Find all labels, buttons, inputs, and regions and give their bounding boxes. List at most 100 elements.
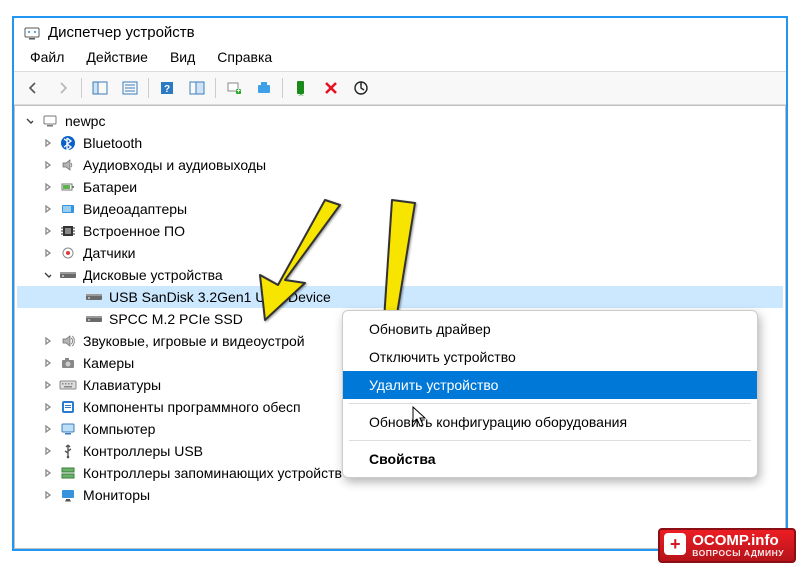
expand-icon[interactable] xyxy=(41,422,55,436)
watermark-sub: ВОПРОСЫ АДМИНУ xyxy=(692,549,784,558)
tree-item-label: Контроллеры USB xyxy=(81,440,205,462)
collapse-icon[interactable] xyxy=(23,114,37,128)
action-button[interactable] xyxy=(183,75,211,101)
ctx-uninstall-device[interactable]: Удалить устройство xyxy=(343,371,757,399)
tree-device-6-0[interactable]: USB SanDisk 3.2Gen1 USB Device xyxy=(17,286,783,308)
ctx-update-driver[interactable]: Обновить драйвер xyxy=(343,315,757,343)
context-menu: Обновить драйвер Отключить устройство Уд… xyxy=(342,310,758,478)
toolbar-separator xyxy=(215,78,216,98)
expand-icon[interactable] xyxy=(41,444,55,458)
menubar: Файл Действие Вид Справка xyxy=(14,45,786,71)
disable-device-button[interactable] xyxy=(347,75,375,101)
storagectrl-icon xyxy=(59,465,77,481)
expand-icon[interactable] xyxy=(41,180,55,194)
svg-text:?: ? xyxy=(164,84,170,95)
tree-item-label: Звуковые, игровые и видеоустрой xyxy=(81,330,307,352)
expander-placeholder xyxy=(67,290,81,304)
sensor-icon xyxy=(59,245,77,261)
usb-icon xyxy=(59,443,77,459)
tree-category-2[interactable]: Батареи xyxy=(17,176,783,198)
expand-icon[interactable] xyxy=(41,466,55,480)
svg-text:+: + xyxy=(236,88,240,95)
computer-icon xyxy=(59,421,77,437)
expand-icon[interactable] xyxy=(41,334,55,348)
tree-item-label: Клавиатуры xyxy=(81,374,163,396)
bluetooth-icon xyxy=(59,135,77,151)
menu-view[interactable]: Вид xyxy=(160,47,205,67)
tree-item-label: Мониторы xyxy=(81,484,152,506)
tree-category-14[interactable]: Мониторы xyxy=(17,484,783,506)
menu-file[interactable]: Файл xyxy=(20,47,74,67)
expand-icon[interactable] xyxy=(41,246,55,260)
forward-button[interactable] xyxy=(49,75,77,101)
ctx-separator xyxy=(349,440,751,441)
watermark-badge: + OCOMP.info ВОПРОСЫ АДМИНУ xyxy=(658,528,796,563)
tree-item-label: Компьютер xyxy=(81,418,157,440)
menu-help[interactable]: Справка xyxy=(207,47,282,67)
tree-item-label: SPCC M.2 PCIe SSD xyxy=(107,308,245,330)
toolbar-separator xyxy=(282,78,283,98)
tree-item-label: Камеры xyxy=(81,352,136,374)
scan-hardware-button[interactable]: + xyxy=(220,75,248,101)
tree-category-0[interactable]: Bluetooth xyxy=(17,132,783,154)
expand-icon[interactable] xyxy=(41,158,55,172)
tree-item-label: Встроенное ПО xyxy=(81,220,187,242)
expand-icon[interactable] xyxy=(41,400,55,414)
battery-icon xyxy=(59,179,77,195)
ctx-scan-hardware[interactable]: Обновить конфигурацию оборудования xyxy=(343,408,757,436)
tree-category-6[interactable]: Дисковые устройства xyxy=(17,264,783,286)
properties-button[interactable] xyxy=(116,75,144,101)
monitor-icon xyxy=(59,487,77,503)
tree-category-1[interactable]: Аудиовходы и аудиовыходы xyxy=(17,154,783,176)
tree-item-label: USB SanDisk 3.2Gen1 USB Device xyxy=(107,286,333,308)
show-hide-tree-button[interactable] xyxy=(86,75,114,101)
device-manager-icon xyxy=(24,25,40,41)
tree-item-label: Датчики xyxy=(81,242,137,264)
expand-icon[interactable] xyxy=(41,224,55,238)
uninstall-device-button[interactable] xyxy=(317,75,345,101)
toolbar-separator xyxy=(148,78,149,98)
ctx-disable-device[interactable]: Отключить устройство xyxy=(343,343,757,371)
tree-category-4[interactable]: Встроенное ПО xyxy=(17,220,783,242)
expand-icon[interactable] xyxy=(41,136,55,150)
expand-icon[interactable] xyxy=(41,488,55,502)
tree-item-label: Контроллеры запоминающих устройств xyxy=(81,462,344,484)
menu-action[interactable]: Действие xyxy=(76,47,158,67)
expand-icon[interactable] xyxy=(41,378,55,392)
computer-root-icon xyxy=(41,113,59,129)
tree-category-3[interactable]: Видеоадаптеры xyxy=(17,198,783,220)
tree-item-label: Аудиовходы и аудиовыходы xyxy=(81,154,268,176)
camera-icon xyxy=(59,355,77,371)
update-driver-button[interactable] xyxy=(250,75,278,101)
software-icon xyxy=(59,399,77,415)
ctx-separator xyxy=(349,403,751,404)
firmware-icon xyxy=(59,223,77,239)
collapse-icon[interactable] xyxy=(41,268,55,282)
toolbar: ? + xyxy=(14,71,786,105)
tree-item-label: Видеоадаптеры xyxy=(81,198,189,220)
window-title: Диспетчер устройств xyxy=(48,24,195,41)
watermark-main: OCOMP.info xyxy=(692,532,778,549)
tree-item-label: newpc xyxy=(63,110,107,132)
enable-device-button[interactable] xyxy=(287,75,315,101)
tree-item-label: Дисковые устройства xyxy=(81,264,225,286)
plus-icon: + xyxy=(664,533,686,555)
tree-item-label: Bluetooth xyxy=(81,132,144,154)
disk-icon xyxy=(59,267,77,283)
disk-icon xyxy=(85,311,103,327)
tree-item-label: Батареи xyxy=(81,176,139,198)
tree-item-label: Компоненты программного обесп xyxy=(81,396,303,418)
toolbar-separator xyxy=(81,78,82,98)
tree-root[interactable]: newpc xyxy=(17,110,783,132)
keyboard-icon xyxy=(59,377,77,393)
back-button[interactable] xyxy=(19,75,47,101)
disk-icon xyxy=(85,289,103,305)
expand-icon[interactable] xyxy=(41,202,55,216)
sound-icon xyxy=(59,333,77,349)
expand-icon[interactable] xyxy=(41,356,55,370)
help-button[interactable]: ? xyxy=(153,75,181,101)
tree-category-5[interactable]: Датчики xyxy=(17,242,783,264)
ctx-properties[interactable]: Свойства xyxy=(343,445,757,473)
titlebar: Диспетчер устройств xyxy=(14,18,786,45)
expander-placeholder xyxy=(67,312,81,326)
